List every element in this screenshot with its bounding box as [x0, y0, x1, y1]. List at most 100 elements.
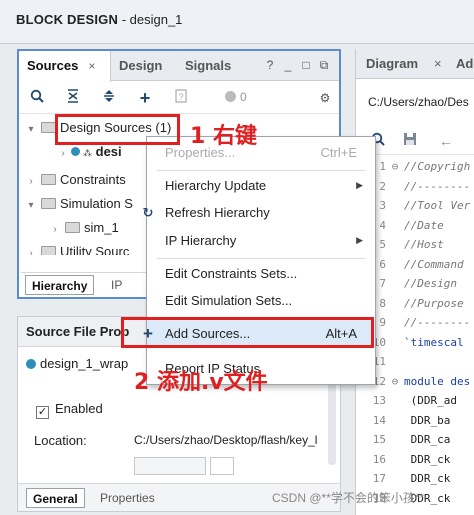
help-icon[interactable]: ?	[261, 58, 279, 72]
svg-text:?: ?	[179, 92, 184, 102]
chevron-right-icon[interactable]: ›	[25, 171, 37, 193]
code-line: 17 DDR_ck	[356, 469, 451, 489]
code-text: //--------	[404, 316, 471, 329]
menu-item-ip-hierarchy[interactable]: IP Hierarchy ▶	[147, 227, 375, 254]
code-text: //Design	[404, 277, 457, 290]
tree-item-sim-1[interactable]: › sim_1	[49, 217, 118, 241]
hdl-file-icon	[26, 359, 36, 369]
minimize-icon[interactable]: _	[279, 58, 297, 72]
menu-item-edit-simulation-sets[interactable]: Edit Simulation Sets...	[147, 287, 375, 314]
folder-icon	[41, 174, 56, 185]
tab-hierarchy[interactable]: Hierarchy	[25, 275, 95, 295]
watermark: CSDN @**学不会的笨小孩**	[272, 491, 425, 505]
annotation-step-2: 2 添加.v文件	[134, 370, 268, 395]
tab-ip[interactable]: IP	[105, 275, 128, 295]
menu-item-edit-constraints-sets[interactable]: Edit Constraints Sets...	[147, 260, 375, 287]
tab-diagram[interactable]: Diagram	[366, 49, 418, 79]
file-properties-icon[interactable]: ?	[171, 88, 191, 108]
hdl-file-icon	[71, 147, 80, 156]
tab-properties[interactable]: Properties	[94, 488, 161, 508]
code-line: 15 DDR_ca	[356, 430, 451, 450]
refresh-icon: ↻	[142, 205, 154, 220]
settings-gear-icon[interactable]: ⚙	[315, 88, 335, 108]
close-icon[interactable]: ×	[88, 59, 95, 73]
annotation-box-add-sources	[121, 317, 374, 348]
close-icon[interactable]: ×	[434, 49, 442, 79]
collapse-all-icon[interactable]	[63, 88, 83, 108]
title-bar: BLOCK DESIGN - design_1	[0, 0, 474, 44]
fold-marker-icon[interactable]: ⊖	[386, 372, 404, 392]
code-text: module des	[404, 374, 471, 388]
tree-item-simulation-sources[interactable]: ▾ Simulation S	[25, 193, 133, 215]
code-text: (DDR_ad	[404, 394, 457, 407]
line-number: 15	[372, 433, 386, 446]
code-text: //--------	[404, 179, 471, 193]
submenu-arrow-icon: ▶	[356, 235, 363, 245]
code-text: //Copyrigh	[404, 160, 471, 173]
code-text: //Host	[404, 238, 444, 251]
search-icon[interactable]	[27, 88, 47, 108]
type-dropdown[interactable]	[134, 457, 206, 475]
code-line: 13 (DDR_ad	[356, 391, 457, 411]
folder-icon	[41, 122, 56, 133]
tab-sources[interactable]: Sources ×	[19, 51, 111, 82]
tab-signals[interactable]: Signals	[177, 51, 247, 81]
checkmark-icon: ✓	[36, 406, 49, 419]
code-line: 16 DDR_ck	[356, 450, 451, 470]
code-text: `timescal	[404, 335, 464, 349]
restore-icon[interactable]: □	[297, 58, 315, 72]
folder-icon	[41, 246, 56, 255]
location-value: C:/Users/zhao/Desktop/flash/key_l	[134, 433, 318, 447]
chevron-right-icon[interactable]: ›	[25, 243, 37, 255]
tree-item-utility-sources[interactable]: › Utility Sourc	[25, 241, 129, 255]
folder-icon	[65, 222, 80, 233]
sources-tab-row: Sources × Design Signals ? _ □ ⧉	[19, 51, 339, 82]
line-number: 13	[372, 394, 386, 407]
code-text: DDR_ck	[404, 472, 451, 485]
expand-all-icon[interactable]	[99, 88, 119, 108]
tree-item-constraints[interactable]: › Constraints	[25, 169, 125, 193]
undo-icon[interactable]: ←	[436, 131, 456, 151]
hierarchy-top-icon: ⁂	[83, 148, 92, 158]
menu-item-refresh-hierarchy[interactable]: ↻ Refresh Hierarchy	[143, 199, 375, 226]
panel-window-controls: ? _ □ ⧉	[261, 58, 333, 73]
folder-icon	[41, 198, 56, 209]
menu-divider	[157, 258, 365, 259]
tab-general[interactable]: General	[26, 488, 85, 508]
status-dot-icon	[225, 91, 236, 102]
add-sources-icon[interactable]: +	[135, 88, 155, 108]
code-text: //Tool Ver	[404, 199, 471, 212]
code-text: DDR_ca	[404, 433, 451, 446]
chevron-right-icon[interactable]: ›	[57, 143, 69, 165]
sources-toolbar: + ? 0 ⚙	[19, 82, 339, 114]
float-icon[interactable]: ⧉	[315, 58, 333, 73]
code-text: DDR_ck	[404, 452, 451, 466]
location-label: Location:	[34, 433, 87, 448]
line-number: 14	[372, 413, 386, 427]
line-number: 17	[372, 472, 386, 485]
menu-divider	[157, 170, 365, 171]
chevron-right-icon[interactable]: ›	[49, 219, 61, 241]
compile-order-count: 0	[225, 90, 247, 104]
fold-marker-icon[interactable]: ⊖	[386, 157, 404, 177]
tab-address-editor[interactable]: Add	[456, 49, 474, 79]
file-name: design_1_wrap	[26, 356, 128, 371]
diagram-tab-row: Diagram × Add	[356, 49, 474, 79]
menu-item-properties[interactable]: Properties... Ctrl+E	[147, 139, 375, 166]
menu-item-hierarchy-update[interactable]: Hierarchy Update ▶	[147, 172, 375, 199]
enabled-checkbox[interactable]: ✓ Enabled	[36, 401, 103, 419]
submenu-arrow-icon: ▶	[356, 180, 363, 190]
file-path: C:/Users/zhao/Des	[368, 95, 469, 109]
annotation-step-1: 1 右键	[190, 124, 257, 149]
line-number: 16	[372, 452, 386, 466]
library-field[interactable]	[210, 457, 234, 475]
save-icon[interactable]	[400, 131, 420, 151]
tab-design[interactable]: Design	[111, 51, 177, 81]
chevron-down-icon[interactable]: ▾	[25, 119, 37, 141]
code-line: 14 DDR_ba	[356, 411, 451, 431]
chevron-down-icon[interactable]: ▾	[25, 195, 37, 217]
code-text: DDR_ba	[404, 413, 451, 427]
code-text: //Command	[404, 257, 464, 271]
code-text: //Purpose	[404, 296, 464, 310]
annotation-box-right-click	[55, 114, 180, 145]
